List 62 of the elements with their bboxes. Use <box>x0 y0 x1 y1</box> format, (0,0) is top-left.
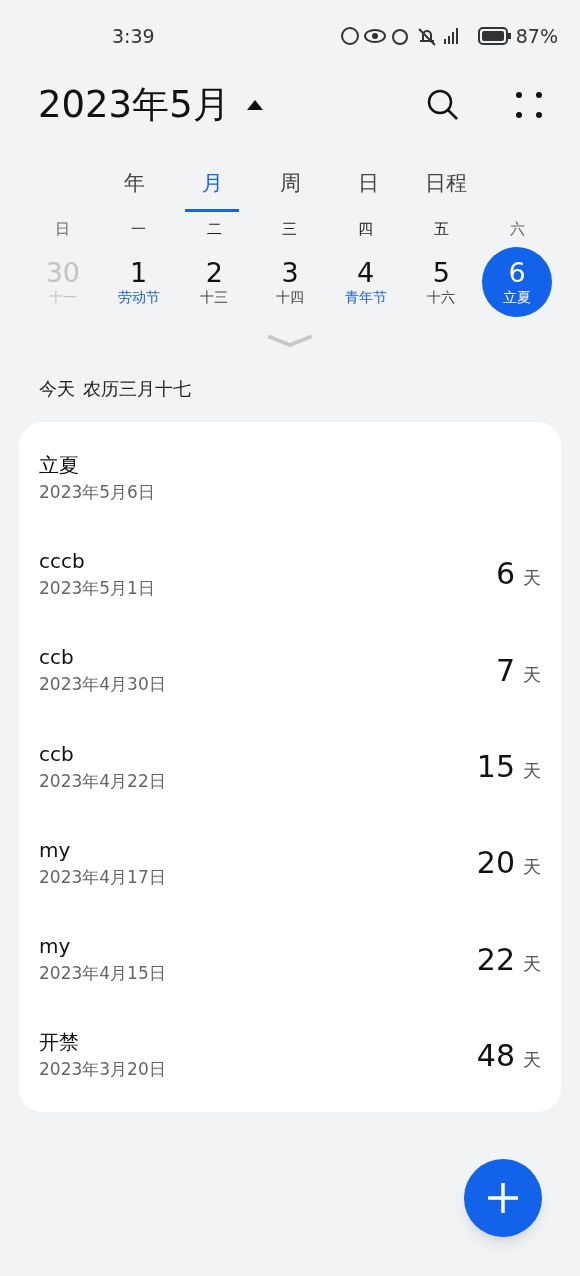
tab[interactable]: 月 <box>185 162 239 212</box>
event-row[interactable]: my 2023年4月15日 22 天 <box>19 911 561 1008</box>
weekday-label: 三 <box>282 219 298 240</box>
day-cell[interactable]: 1 劳动节 <box>103 246 174 317</box>
status-time: 3:39 <box>112 23 155 49</box>
day-unit: 天 <box>523 662 541 687</box>
event-title: cccb <box>39 547 86 575</box>
day-cell[interactable]: 3 十四 <box>255 246 325 317</box>
battery-icon <box>477 26 512 46</box>
tab[interactable]: 年 <box>107 162 161 212</box>
day-unit: 天 <box>523 1047 541 1072</box>
event-date: 2023年5月6日 <box>39 480 156 504</box>
day-unit: 天 <box>523 566 541 591</box>
caret-icon[interactable] <box>245 99 264 111</box>
day-count: 6 <box>495 555 515 594</box>
weekday-label: 四 <box>358 219 374 240</box>
day-count: 48 <box>476 1036 515 1075</box>
battery-percent: 87% <box>515 23 558 49</box>
event-date: 2023年4月17日 <box>39 865 167 889</box>
day-count: 22 <box>476 940 515 979</box>
day-unit: 天 <box>523 759 541 784</box>
event-date: 2023年5月1日 <box>39 576 156 600</box>
day-cell[interactable]: 6 立夏 <box>482 246 553 317</box>
day-unit: 天 <box>523 855 541 880</box>
event-date: 2023年3月20日 <box>39 1058 167 1082</box>
event-row[interactable]: my 2023年4月17日 20 天 <box>19 814 561 911</box>
event-date: 2023年4月30日 <box>39 673 167 697</box>
search-icon[interactable] <box>426 88 460 122</box>
event-title: my <box>39 933 72 961</box>
today-label: 今天 <box>39 376 75 401</box>
weekday-label: 二 <box>206 219 222 240</box>
tab[interactable]: 日 <box>341 162 395 212</box>
event-row[interactable]: 立夏 2023年5月6日 <box>19 429 561 526</box>
weekday-label: 五 <box>433 219 449 240</box>
event-row[interactable]: ccb 2023年4月22日 15 天 <box>19 718 561 815</box>
event-title: ccb <box>39 644 75 672</box>
plus-icon <box>487 1182 519 1214</box>
event-title: 立夏 <box>39 451 80 479</box>
more-icon[interactable] <box>516 92 542 118</box>
day-count: 7 <box>495 651 515 690</box>
day-cell[interactable]: 4 青年节 <box>330 246 401 317</box>
tab[interactable]: 日程 <box>419 162 473 212</box>
day-cell[interactable]: 5 十六 <box>406 246 477 317</box>
event-row[interactable]: ccb 2023年4月30日 7 天 <box>19 622 561 719</box>
lunar-date: 农历三月十七 <box>83 376 191 401</box>
tab[interactable]: 周 <box>263 162 317 212</box>
event-title: 开禁 <box>39 1029 80 1057</box>
event-row[interactable]: cccb 2023年5月1日 6 天 <box>19 525 561 623</box>
event-row[interactable]: 开禁 2023年3月20日 48 天 <box>19 1007 561 1104</box>
day-count: 15 <box>476 748 515 787</box>
event-date: 2023年4月22日 <box>39 769 167 793</box>
event-date: 2023年4月15日 <box>39 962 167 986</box>
weekday-label: 六 <box>509 219 525 240</box>
day-cell[interactable]: 2 十三 <box>179 246 250 317</box>
event-title: ccb <box>39 740 75 768</box>
weekday-label: 日 <box>55 219 71 240</box>
event-title: my <box>39 836 72 864</box>
add-button[interactable] <box>464 1159 542 1237</box>
day-unit: 天 <box>523 951 541 976</box>
day-count: 20 <box>476 844 515 883</box>
month-title[interactable]: 2023年5月 <box>38 77 230 133</box>
weekday-label: 一 <box>131 219 147 240</box>
